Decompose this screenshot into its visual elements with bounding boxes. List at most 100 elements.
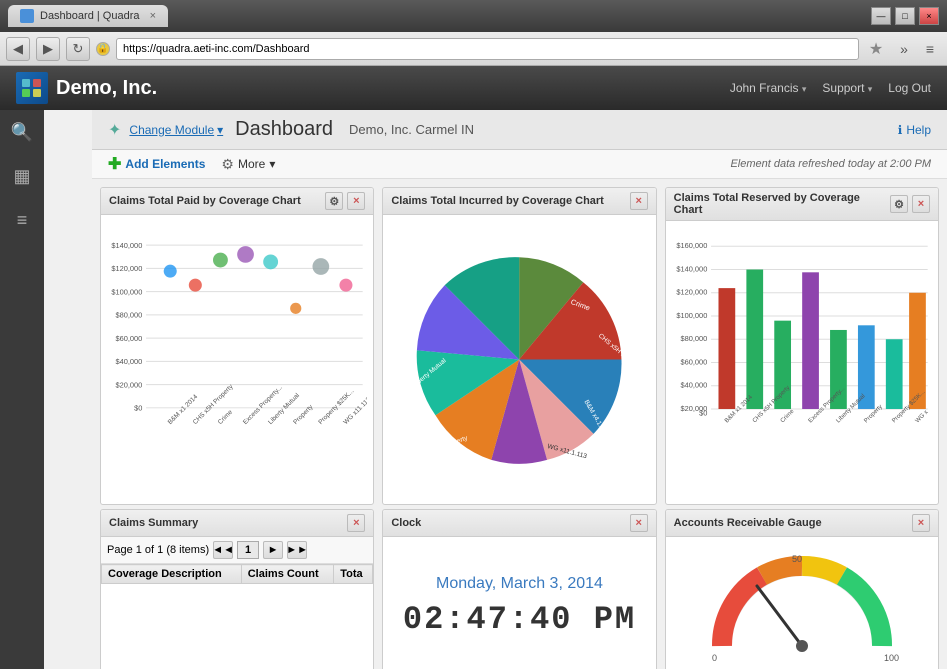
- user-name: John Francis: [730, 81, 799, 95]
- support-label: Support: [822, 81, 864, 95]
- incurred-chart-widget: Claims Total Incurred by Coverage Chart …: [382, 187, 656, 505]
- maximize-btn[interactable]: □: [895, 7, 915, 25]
- logout-link[interactable]: Log Out: [888, 81, 931, 95]
- svg-text:$80,000: $80,000: [680, 334, 707, 343]
- app-logo: Demo, Inc.: [16, 72, 157, 104]
- paid-chart-gear[interactable]: ⚙: [325, 192, 343, 210]
- header-nav: John Francis ▾ Support ▾ Log Out: [730, 81, 931, 95]
- svg-text:0: 0: [712, 653, 717, 663]
- paid-chart-header: Claims Total Paid by Coverage Chart ⚙ ×: [101, 188, 373, 215]
- browser-titlebar: Dashboard | Quadra × — □ ×: [0, 0, 947, 32]
- svg-text:$60,000: $60,000: [680, 357, 707, 366]
- svg-text:CHS x5H Property: CHS x5H Property: [192, 383, 235, 426]
- tab-close-btn[interactable]: ×: [150, 10, 156, 22]
- svg-text:$100,000: $100,000: [676, 311, 707, 320]
- change-module-btn[interactable]: Change Module ▾: [129, 123, 223, 137]
- page-info-label: Page 1 of 1 (8 items): [107, 544, 209, 556]
- sidebar-grid[interactable]: ▦: [0, 154, 44, 198]
- window-controls: — □ ×: [871, 7, 939, 25]
- app-container: Demo, Inc. John Francis ▾ Support ▾ Log …: [0, 66, 947, 669]
- forward-btn[interactable]: ▶: [36, 37, 60, 61]
- svg-text:$40,000: $40,000: [115, 357, 142, 366]
- incurred-pie-svg: Crime CHS x5H Property B&M x4.1.2014 WG …: [389, 221, 649, 498]
- address-bar[interactable]: [116, 38, 859, 60]
- claims-summary-widget: Claims Summary × Page 1 of 1 (8 items) ◄…: [100, 509, 374, 669]
- add-icon: ✚: [108, 154, 121, 174]
- app-header: Demo, Inc. John Francis ▾ Support ▾ Log …: [0, 66, 947, 110]
- claims-summary-close[interactable]: ×: [347, 514, 365, 532]
- svg-text:$140,000: $140,000: [111, 241, 142, 250]
- clock-header: Clock ×: [383, 510, 655, 537]
- reserved-chart-header: Claims Total Reserved by Coverage Chart …: [666, 188, 938, 221]
- reserved-chart-content: $160,000 $140,000 $120,000 $100,000 $80,…: [666, 221, 938, 504]
- help-label: Help: [906, 123, 931, 137]
- ar-gauge-content: 0 50 100: [666, 537, 938, 669]
- toolbar-bar: ✚ Add Elements ⚙ More ▾ Element data ref…: [92, 150, 947, 179]
- last-page-btn[interactable]: ►►: [287, 541, 307, 559]
- menu-btn[interactable]: ≡: [919, 38, 941, 60]
- incurred-chart-content: Crime CHS x5H Property B&M x4.1.2014 WG …: [383, 215, 655, 504]
- logo-cell-1: [22, 79, 30, 87]
- incurred-chart-close[interactable]: ×: [630, 192, 648, 210]
- reserved-chart-close[interactable]: ×: [912, 195, 930, 213]
- reserved-chart-gear[interactable]: ⚙: [890, 195, 908, 213]
- support-link[interactable]: Support ▾: [822, 81, 872, 95]
- svg-text:50: 50: [792, 554, 802, 564]
- col-total: Tota: [334, 565, 373, 584]
- tab-title: Dashboard | Quadra: [40, 10, 139, 22]
- company-info: Demo, Inc. Carmel IN: [349, 122, 474, 137]
- col-count: Claims Count: [241, 565, 334, 584]
- change-module-label: Change Module: [129, 123, 214, 137]
- logo-cell-3: [22, 89, 30, 97]
- ar-gauge-controls: ×: [912, 514, 930, 532]
- next-page-btn[interactable]: ►: [263, 541, 283, 559]
- company-name: Demo, Inc.: [56, 77, 157, 100]
- add-elements-btn[interactable]: ✚ Add Elements: [108, 154, 205, 174]
- svg-text:$100,000: $100,000: [111, 287, 142, 296]
- clock-controls: ×: [630, 514, 648, 532]
- first-page-btn[interactable]: ◄◄: [213, 541, 233, 559]
- clock-title: Clock: [391, 517, 421, 529]
- svg-text:Crime: Crime: [217, 409, 234, 426]
- incurred-chart-controls: ×: [630, 192, 648, 210]
- sidebar-list[interactable]: ≡: [0, 198, 44, 242]
- paid-chart-close[interactable]: ×: [347, 192, 365, 210]
- svg-text:$160,000: $160,000: [676, 241, 707, 250]
- help-btn[interactable]: ℹ Help: [898, 123, 931, 137]
- ar-gauge-close[interactable]: ×: [912, 514, 930, 532]
- svg-text:$40,000: $40,000: [680, 381, 707, 390]
- browser-tab[interactable]: Dashboard | Quadra ×: [8, 5, 168, 27]
- reserved-chart-widget: Claims Total Reserved by Coverage Chart …: [665, 187, 939, 505]
- clock-close[interactable]: ×: [630, 514, 648, 532]
- refresh-info: Element data refreshed today at 2:00 PM: [730, 158, 931, 170]
- logo-cell-2: [33, 79, 41, 87]
- claims-table-container: Coverage Description Claims Count Tota: [101, 564, 373, 669]
- svg-text:$140,000: $140,000: [676, 264, 707, 273]
- minimize-btn[interactable]: —: [871, 7, 891, 25]
- module-icon: ✦: [108, 120, 121, 140]
- sidebar-search[interactable]: 🔍: [0, 110, 44, 154]
- more-label: More: [238, 157, 265, 171]
- logo-icon: [16, 72, 48, 104]
- paid-chart-widget: Claims Total Paid by Coverage Chart ⚙ × …: [100, 187, 374, 505]
- tab-favicon: [20, 9, 34, 23]
- refresh-btn[interactable]: ↻: [66, 37, 90, 61]
- extensions-btn[interactable]: »: [893, 38, 915, 60]
- dashboard-top-row: Claims Total Paid by Coverage Chart ⚙ × …: [92, 179, 947, 509]
- more-btn[interactable]: ⚙ More ▾: [221, 156, 275, 173]
- svg-text:$120,000: $120,000: [676, 288, 707, 297]
- add-elements-label: Add Elements: [125, 157, 205, 171]
- content-header: ✦ Change Module ▾ Dashboard Demo, Inc. C…: [92, 110, 947, 150]
- ar-gauge-header: Accounts Receivable Gauge ×: [666, 510, 938, 537]
- bookmark-btn[interactable]: ★: [865, 38, 887, 60]
- paid-chart-content: $140,000 $120,000 $100,000 $80,000 $60,0…: [101, 215, 373, 504]
- back-btn[interactable]: ◀: [6, 37, 30, 61]
- help-icon: ℹ: [898, 123, 903, 137]
- svg-text:100: 100: [884, 653, 899, 663]
- clock-content: Monday, March 3, 2014 02:47:40 PM: [383, 537, 655, 669]
- clock-widget: Clock × Monday, March 3, 2014 02:47:40 P…: [382, 509, 656, 669]
- close-btn[interactable]: ×: [919, 7, 939, 25]
- user-menu[interactable]: John Francis ▾: [730, 81, 807, 95]
- paid-chart-svg: $140,000 $120,000 $100,000 $80,000 $60,0…: [107, 221, 367, 498]
- dashboard-bottom-row: Claims Summary × Page 1 of 1 (8 items) ◄…: [92, 509, 947, 669]
